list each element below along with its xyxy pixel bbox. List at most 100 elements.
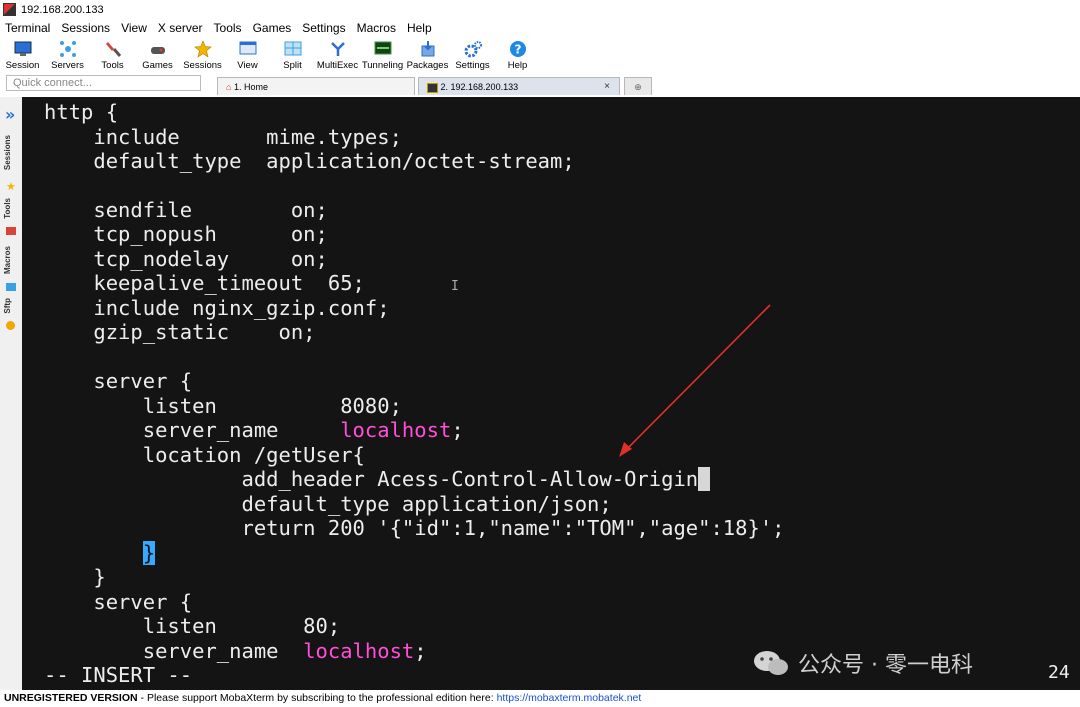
terminal-line: location /getUser{ [44, 443, 365, 467]
split-icon [283, 39, 303, 58]
tab-home[interactable]: ⌂ 1. Home [217, 77, 415, 95]
tab-home-label: 1. Home [233, 82, 268, 92]
terminal-text: server_name [44, 418, 341, 442]
sidebar-tab-sftp[interactable]: Sftp [3, 298, 12, 314]
menu-view[interactable]: View [116, 21, 153, 35]
macros-icon [6, 283, 16, 291]
terminal-line: } [44, 565, 106, 589]
main-toolbar: Session Servers Tools Games Sessions Vie… [0, 37, 1080, 73]
home-icon: ⌂ [226, 82, 232, 92]
toolbar-label: Split [283, 60, 302, 71]
games-icon [148, 39, 168, 58]
toolbar-servers-button[interactable]: Servers [45, 37, 90, 73]
packages-icon [418, 39, 438, 58]
window-titlebar: 192.168.200.133 [0, 0, 1080, 19]
localhost-keyword: localhost [340, 418, 452, 442]
terminal-line: include nginx_gzip.conf; [44, 296, 390, 320]
menu-tools[interactable]: Tools [209, 21, 248, 35]
toolbar-label: Tools [101, 60, 124, 71]
terminal-line: include mime.types; [44, 125, 402, 149]
terminal-line: server_name localhost; [44, 418, 464, 442]
toolbar-session-button[interactable]: Session [0, 37, 45, 73]
session-icon [13, 39, 33, 58]
status-bar: UNREGISTERED VERSION - Please support Mo… [0, 690, 1080, 707]
sftp-icon [6, 321, 15, 330]
tools-icon [6, 227, 16, 235]
toolbar-label: MultiExec [316, 60, 359, 71]
terminal-line: server_name localhost; [44, 639, 427, 663]
menu-games[interactable]: Games [248, 21, 298, 35]
mobaxterm-app-icon [3, 3, 16, 16]
window-title: 192.168.200.133 [21, 3, 104, 16]
toolbar-label: Help [507, 60, 528, 71]
toolbar-packages-button[interactable]: Packages [405, 37, 450, 73]
menu-settings[interactable]: Settings [297, 21, 351, 35]
terminal-line: } [44, 541, 156, 565]
close-icon[interactable]: × [604, 78, 610, 96]
toolbar-tunneling-button[interactable]: Tunneling [360, 37, 405, 73]
toolbar-sessions-button[interactable]: Sessions [180, 37, 225, 73]
toolbar-label: Sessions [183, 60, 222, 71]
toolbar-settings-button[interactable]: Settings [450, 37, 495, 73]
expand-sidebar-chevron-icon[interactable]: » [5, 105, 15, 124]
terminal-line: return 200 '{"id":1,"name":"TOM","age":1… [44, 516, 785, 540]
toolbar-label: View [237, 60, 258, 71]
terminal-line: tcp_nopush on; [44, 222, 328, 246]
terminal-text: server_name [44, 639, 304, 663]
terminal-line: server { [44, 590, 193, 614]
sidebar-tab-macros[interactable]: Macros [3, 246, 12, 274]
sidebar-tab-sessions[interactable]: Sessions [3, 135, 12, 170]
toolbar-label: Games [142, 60, 173, 71]
toolbar-tools-button[interactable]: Tools [90, 37, 135, 73]
toolbar-label: Session [5, 60, 40, 71]
new-tab-button[interactable]: ⊕ [624, 77, 652, 95]
toolbar-help-button[interactable]: ? Help [495, 37, 540, 73]
terminal-icon [427, 82, 438, 93]
menu-terminal[interactable]: Terminal [0, 21, 56, 35]
vim-mode-indicator: -- INSERT -- [44, 663, 193, 687]
tab-terminal-label: 2. 192.168.200.133 [440, 82, 519, 92]
toolbar-label: Packages [406, 60, 449, 71]
watermark-text: 公众号 · 零一电科 [798, 653, 973, 678]
terminal-screen[interactable]: http { include mime.types; default_type … [22, 97, 1080, 690]
terminal-line: listen 8080; [44, 394, 402, 418]
watermark: 公众号 · 零一电科 [752, 646, 973, 680]
matching-brace-highlight: } [142, 541, 156, 565]
menu-macros[interactable]: Macros [352, 21, 402, 35]
toolbar-multiexec-button[interactable]: MultiExec [315, 37, 360, 73]
help-icon: ? [508, 39, 528, 58]
star-icon: ★ [6, 180, 16, 193]
star-icon [193, 39, 213, 58]
terminal-text: ; [451, 418, 464, 442]
tools-icon [103, 39, 123, 58]
menu-xserver[interactable]: X server [153, 21, 209, 35]
terminal-line: default_type application/octet-stream; [44, 149, 575, 173]
multiexec-icon [328, 39, 348, 58]
tab-terminal-session[interactable]: 2. 192.168.200.133 × [418, 77, 620, 95]
right-edge-number: 24 [1048, 662, 1070, 683]
view-icon [238, 39, 258, 58]
menu-sessions[interactable]: Sessions [56, 21, 116, 35]
toolbar-games-button[interactable]: Games [135, 37, 180, 73]
gear-icon [463, 39, 483, 58]
unregistered-label: UNREGISTERED VERSION [4, 692, 138, 704]
terminal-line: sendfile on; [44, 198, 328, 222]
terminal-line: tcp_nodelay on; [44, 247, 328, 271]
quick-connect-bar: Quick connect... ⌂ 1. Home 2. 192.168.20… [0, 75, 1080, 97]
tunneling-icon [373, 39, 393, 58]
terminal-line: gzip_static on; [44, 320, 316, 344]
terminal-line: listen 80; [44, 614, 341, 638]
wechat-icon [754, 651, 788, 675]
mobatek-link[interactable]: https://mobaxterm.mobatek.net [497, 692, 642, 704]
menu-bar: Terminal Sessions View X server Tools Ga… [0, 19, 1080, 36]
sidebar-tab-tools[interactable]: Tools [3, 198, 12, 219]
toolbar-view-button[interactable]: View [225, 37, 270, 73]
servers-icon [58, 39, 78, 58]
menu-help[interactable]: Help [402, 21, 438, 35]
toolbar-label: Tunneling [361, 60, 404, 71]
text-cursor [698, 467, 711, 491]
toolbar-split-button[interactable]: Split [270, 37, 315, 73]
quick-connect-input[interactable]: Quick connect... [6, 75, 201, 91]
svg-text:?: ? [514, 42, 521, 56]
